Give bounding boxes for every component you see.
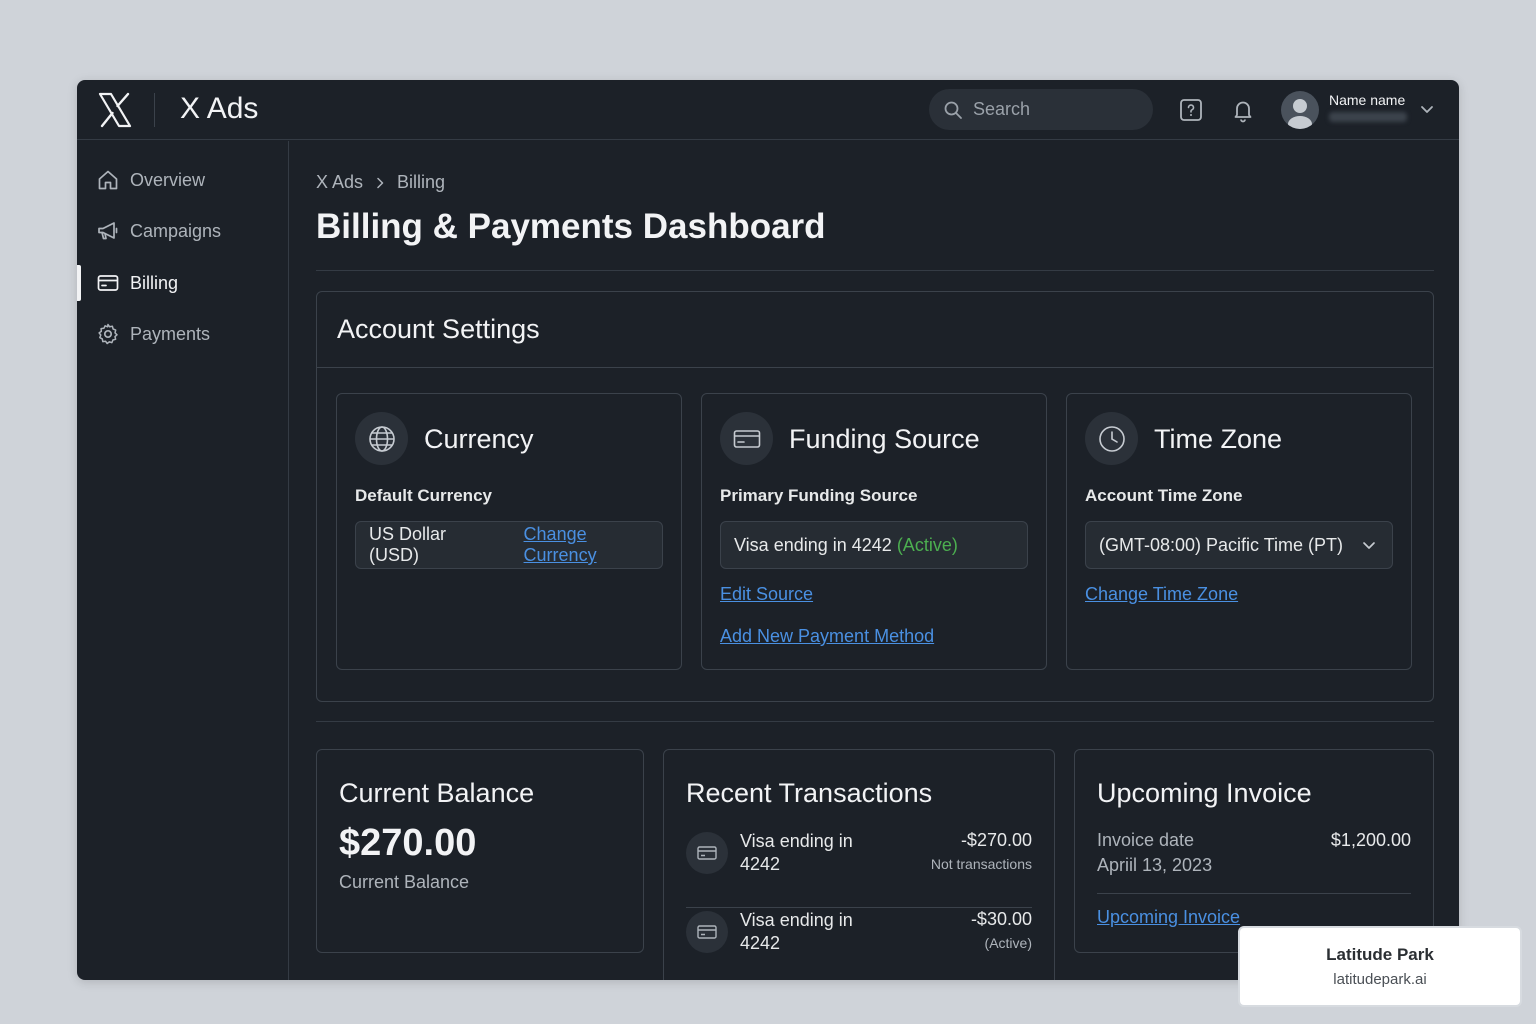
transaction-amount: -$30.00 <box>970 909 1032 929</box>
account-settings-panel: Account Settings Currency Default Curren… <box>316 291 1434 702</box>
invoice-amount: $1,200.00 <box>1330 830 1411 850</box>
funding-value: Visa ending in 4242 <box>734 534 892 555</box>
card-icon-badge <box>720 412 773 465</box>
help-icon[interactable] <box>1178 97 1204 123</box>
invoice-date-label: Invoice date <box>1097 830 1195 850</box>
sidebar: Overview Campaigns Billing Payments <box>77 141 289 980</box>
invoice-date: Apriil 13, 2023 <box>1097 855 1213 875</box>
credit-card-icon <box>697 925 717 939</box>
divider <box>316 721 1434 722</box>
sidebar-item-billing[interactable]: Billing <box>77 263 288 303</box>
top-bar: X Ads Name name <box>77 80 1459 140</box>
balance-title: Current Balance <box>339 778 535 808</box>
transaction-description: Visa ending in 4242 <box>740 831 853 874</box>
x-logo-icon[interactable] <box>97 92 133 128</box>
change-currency-link[interactable]: Change Currency <box>524 524 662 566</box>
time-zone-select[interactable]: (GMT-08:00) Pacific Time (PT) <box>1085 521 1393 569</box>
credit-card-icon <box>97 275 119 291</box>
funding-label: Primary Funding Source <box>720 486 918 505</box>
user-handle-blurred <box>1329 112 1407 122</box>
search-input[interactable] <box>973 99 1133 120</box>
globe-icon <box>368 425 395 452</box>
invoice-title: Upcoming Invoice <box>1097 778 1312 808</box>
transaction-row[interactable]: Visa ending in 4242 -$30.00 (Active) <box>686 909 1032 980</box>
currency-value: US Dollar (USD) <box>369 524 447 565</box>
sidebar-item-label: Campaigns <box>130 220 222 241</box>
divider <box>317 367 1433 368</box>
divider <box>1097 893 1411 894</box>
upcoming-invoice-card: Upcoming Invoice Invoice date Apriil 13,… <box>1074 749 1434 953</box>
bell-icon[interactable] <box>1230 97 1256 123</box>
globe-icon-badge <box>355 412 408 465</box>
card-icon-badge <box>686 832 728 874</box>
page-title: Billing & Payments Dashboard <box>316 207 826 246</box>
balance-amount: $270.00 <box>339 822 477 864</box>
chevron-right-icon <box>377 177 384 188</box>
divider <box>316 270 1434 271</box>
brand-url: latitudepark.ai <box>1333 971 1427 988</box>
card-icon-badge <box>686 911 728 953</box>
credit-card-icon <box>733 429 760 448</box>
currency-field: US Dollar (USD) Change Currency <box>355 521 663 569</box>
funding-title: Funding Source <box>789 424 980 454</box>
home-icon <box>98 170 118 190</box>
balance-label: Current Balance <box>339 872 470 892</box>
funding-source-card: Funding Source Primary Funding Source Vi… <box>701 393 1047 670</box>
sidebar-item-label: Billing <box>130 272 179 293</box>
breadcrumb-current: Billing <box>397 172 446 192</box>
account-settings-title: Account Settings <box>337 314 540 344</box>
app-title: X Ads <box>180 92 259 125</box>
sidebar-item-label: Payments <box>130 323 211 344</box>
recent-transactions-card: Recent Transactions Visa ending in 4242 … <box>663 749 1055 980</box>
edit-source-link[interactable]: Edit Source <box>720 584 813 605</box>
brand-name: Latitude Park <box>1326 945 1434 964</box>
transactions-title: Recent Transactions <box>686 778 933 808</box>
add-payment-method-link[interactable]: Add New Payment Method <box>720 626 934 647</box>
upcoming-invoice-link[interactable]: Upcoming Invoice <box>1097 907 1240 928</box>
breadcrumb-root[interactable]: X Ads <box>316 172 363 193</box>
transaction-amount: -$270.00 <box>960 830 1032 850</box>
breadcrumb: X Ads Billing <box>316 172 445 193</box>
currency-title: Currency <box>424 424 534 454</box>
sidebar-item-label: Overview <box>130 169 206 190</box>
gear-icon <box>98 323 118 345</box>
transaction-description: Visa ending in 4242 <box>740 910 853 953</box>
time-zone-title: Time Zone <box>1154 424 1283 454</box>
app-window: X Ads Name name <box>77 80 1459 980</box>
credit-card-icon <box>697 846 717 860</box>
transaction-row[interactable]: Visa ending in 4242 -$270.00 Not transac… <box>686 830 1032 908</box>
clock-icon <box>1098 425 1125 452</box>
time-zone-value: (GMT-08:00) Pacific Time (PT) <box>1099 534 1344 555</box>
chevron-down-icon <box>1363 542 1375 549</box>
currency-label: Default Currency <box>355 486 492 505</box>
currency-card: Currency Default Currency US Dollar (USD… <box>336 393 682 670</box>
search-bar[interactable] <box>929 89 1153 130</box>
user-icon <box>1288 99 1312 129</box>
transaction-status: (Active) <box>984 935 1032 951</box>
transaction-status: Not transactions <box>930 856 1032 872</box>
search-icon <box>944 101 962 119</box>
sidebar-item-overview[interactable]: Overview <box>77 160 288 200</box>
clock-icon-badge <box>1085 412 1138 465</box>
time-zone-card: Time Zone Account Time Zone (GMT-08:00) … <box>1066 393 1412 670</box>
chevron-down-icon[interactable] <box>1418 100 1436 118</box>
time-zone-label: Account Time Zone <box>1085 486 1243 505</box>
change-time-zone-link[interactable]: Change Time Zone <box>1085 584 1238 605</box>
funding-field: Visa ending in 4242 (Active) <box>720 521 1028 569</box>
megaphone-icon <box>98 222 118 240</box>
current-balance-card: Current Balance $270.00 Current Balance <box>316 749 644 953</box>
brand-watermark: Latitude Park latitudepark.ai <box>1238 926 1522 1007</box>
sidebar-item-payments[interactable]: Payments <box>77 314 288 354</box>
user-name[interactable]: Name name <box>1329 92 1405 108</box>
sidebar-item-campaigns[interactable]: Campaigns <box>77 211 288 251</box>
logo-divider <box>154 93 155 127</box>
funding-status: (Active) <box>896 534 958 555</box>
avatar[interactable] <box>1281 91 1319 129</box>
